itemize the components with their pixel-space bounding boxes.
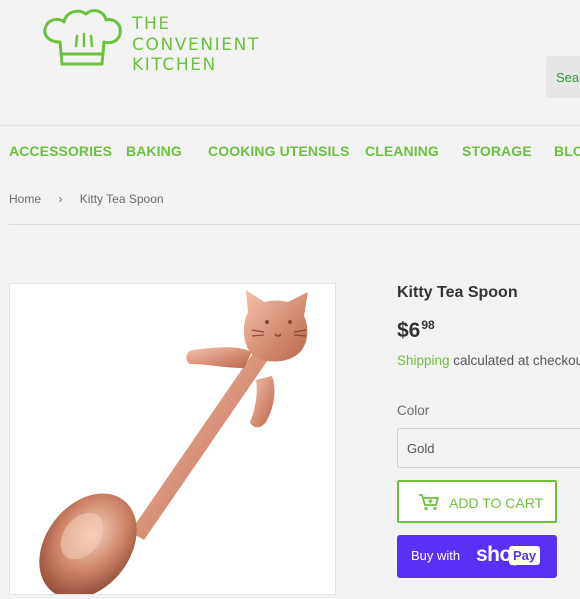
brand-line-1: THE bbox=[132, 14, 171, 34]
shop-pay-button[interactable]: Buy with shop Pay bbox=[397, 535, 557, 578]
site-logo[interactable]: THE CONVENIENT KITCHEN bbox=[40, 6, 280, 75]
site-header: THE CONVENIENT KITCHEN Sear bbox=[0, 0, 580, 125]
search-input[interactable]: Sear bbox=[546, 56, 580, 98]
color-label: Color bbox=[397, 403, 430, 418]
nav-item-blog[interactable]: BLO bbox=[554, 143, 580, 159]
pay-badge: Pay bbox=[509, 546, 541, 565]
price-main: $6 bbox=[397, 319, 421, 342]
shipping-link[interactable]: Shipping bbox=[397, 353, 450, 368]
nav-item-storage[interactable]: STORAGE bbox=[462, 143, 532, 159]
search-placeholder: Sear bbox=[556, 70, 580, 85]
cart-icon bbox=[419, 494, 439, 511]
product-price: $698 bbox=[397, 318, 435, 343]
brand-line-2: CONVENIENT bbox=[132, 34, 260, 55]
add-to-cart-label: ADD TO CART bbox=[449, 495, 544, 511]
rose-gold-cat-spoon-image bbox=[39, 290, 308, 599]
price-cents: 98 bbox=[421, 318, 435, 332]
product-title: Kitty Tea Spoon bbox=[397, 284, 518, 301]
main-nav: ACCESSORIES BAKING COOKING UTENSILS CLEA… bbox=[0, 125, 580, 176]
product-image[interactable] bbox=[9, 283, 336, 599]
divider bbox=[9, 224, 580, 225]
nav-item-accessories[interactable]: ACCESSORIES bbox=[9, 143, 112, 159]
nav-item-baking[interactable]: BAKING bbox=[126, 143, 182, 159]
color-selected-value: Gold bbox=[407, 441, 435, 456]
breadcrumb-home[interactable]: Home bbox=[9, 192, 41, 206]
buy-with-label: Buy with bbox=[411, 548, 461, 563]
chef-hat-icon bbox=[43, 9, 122, 66]
color-select[interactable]: Gold bbox=[397, 428, 580, 468]
breadcrumb: Home › Kitty Tea Spoon bbox=[9, 192, 164, 206]
brand-name: THE CONVENIENT KITCHEN bbox=[132, 14, 260, 76]
shipping-note: Shipping calculated at checkout bbox=[397, 353, 580, 368]
nav-item-cooking-utensils[interactable]: COOKING UTENSILS bbox=[208, 143, 350, 159]
nav-item-cleaning[interactable]: CLEANING bbox=[365, 143, 439, 159]
breadcrumb-current: Kitty Tea Spoon bbox=[79, 192, 164, 206]
breadcrumb-separator: › bbox=[58, 192, 63, 206]
brand-line-3: KITCHEN bbox=[132, 55, 217, 75]
add-to-cart-button[interactable]: ADD TO CART bbox=[397, 480, 557, 523]
shipping-text: calculated at checkout bbox=[449, 353, 580, 368]
